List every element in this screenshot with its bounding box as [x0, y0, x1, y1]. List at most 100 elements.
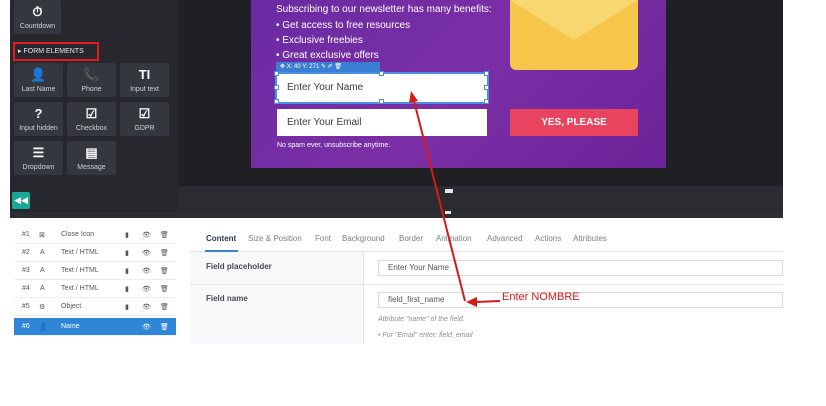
- benefit-item: • Get access to free resources: [276, 20, 411, 31]
- envelope-illustration: [510, 0, 638, 70]
- tile-label: Phone: [81, 86, 102, 93]
- selection-toolbar[interactable]: ✥ X: 40 Y: 271 ✎ ✐ 🗑: [276, 62, 380, 73]
- eye-icon[interactable]: 👁: [142, 267, 151, 275]
- layer-row[interactable]: #1 ⊠ Close Icon ▮ 👁 🗑: [14, 226, 176, 244]
- user-icon: 👤: [39, 324, 48, 331]
- tab-actions[interactable]: Actions: [535, 234, 561, 243]
- tile-message[interactable]: ▤ Message: [67, 141, 116, 175]
- layer-number: #6: [22, 323, 30, 330]
- copy-icon[interactable]: ▮: [125, 249, 129, 257]
- field-name-example: • For "Email" enter: field_email: [378, 332, 473, 339]
- tab-font[interactable]: Font: [315, 234, 331, 243]
- field-placeholder-input[interactable]: Enter Your Name: [378, 260, 783, 276]
- layer-number: #5: [22, 303, 30, 310]
- layer-row[interactable]: #4 A Text / HTML ▮ 👁 🗑: [14, 280, 176, 298]
- layer-number: #1: [22, 231, 30, 238]
- layer-row[interactable]: #2 A Text / HTML ▮ 👁 🗑: [14, 244, 176, 262]
- layer-number: #4: [22, 285, 30, 292]
- layers-list: #1 ⊠ Close Icon ▮ 👁 🗑 #2 A Text / HTML ▮…: [14, 226, 176, 344]
- tile-label: Input text: [130, 86, 159, 93]
- tile-last-name[interactable]: 👤 Last Name: [14, 63, 63, 97]
- copy-icon[interactable]: ▮: [125, 267, 129, 275]
- tab-background[interactable]: Background: [342, 234, 385, 243]
- yes-please-button[interactable]: YES, PLEASE: [510, 109, 638, 136]
- tab-attributes[interactable]: Attributes: [573, 234, 607, 243]
- layer-row[interactable]: #3 A Text / HTML ▮ 👁 🗑: [14, 262, 176, 280]
- benefit-item: • Great exclusive offers: [276, 50, 379, 61]
- tile-label: GDPR: [134, 125, 155, 132]
- eye-icon[interactable]: 👁: [142, 285, 151, 293]
- close-icon: ⊠: [39, 232, 45, 239]
- gear-icon: ⚙: [39, 304, 46, 311]
- user-plus-icon: 👤: [30, 67, 47, 82]
- copy-icon[interactable]: ▮: [125, 231, 129, 239]
- message-icon: ▤: [85, 145, 98, 160]
- clock-icon: ⏱: [32, 4, 43, 19]
- eye-icon[interactable]: 👁: [142, 303, 151, 311]
- layer-row[interactable]: #5 ⚙ Object ▮ 👁 🗑: [14, 298, 176, 316]
- layer-row-selected[interactable]: #6 👤 Name 👁 🗑: [14, 318, 176, 336]
- resize-handle[interactable]: [379, 71, 384, 76]
- tile-input-text[interactable]: TI Input text: [120, 63, 169, 97]
- tile-input-hidden[interactable]: ? Input hidden: [14, 102, 63, 136]
- tab-border[interactable]: Border: [399, 234, 423, 243]
- tile-phone[interactable]: 📞 Phone: [67, 63, 116, 97]
- tile-countdown[interactable]: ⏱ Countdown: [14, 0, 61, 34]
- tile-label: Last Name: [21, 86, 56, 93]
- field-name-label: Field name: [206, 294, 248, 303]
- eye-icon[interactable]: 👁: [142, 249, 151, 257]
- resize-handle[interactable]: [484, 71, 489, 76]
- resize-handle[interactable]: [379, 99, 384, 104]
- tile-checkbox[interactable]: ☑ Checkbox: [67, 102, 116, 136]
- email-input[interactable]: Enter Your Email: [277, 109, 487, 136]
- tile-gdpr[interactable]: ☑ GDPR: [120, 102, 169, 136]
- resize-handle[interactable]: [484, 99, 489, 104]
- tile-label: Input hidden: [19, 125, 58, 132]
- tile-dropdown[interactable]: ☰ Dropdown: [14, 141, 63, 175]
- eye-icon[interactable]: 👁: [142, 323, 151, 331]
- benefit-item: • Exclusive freebies: [276, 35, 363, 46]
- form-elements-section[interactable]: ▸ FORM ELEMENTS: [13, 42, 99, 61]
- copy-icon[interactable]: ▮: [125, 285, 129, 293]
- properties-panel: Content Size & Position Font Background …: [190, 226, 783, 344]
- resize-handle[interactable]: [274, 99, 279, 104]
- trash-icon[interactable]: 🗑: [160, 303, 169, 311]
- tab-advanced[interactable]: Advanced: [487, 234, 523, 243]
- name-input[interactable]: Enter Your Name: [275, 72, 489, 104]
- tab-content[interactable]: Content: [206, 234, 236, 243]
- layer-name: Text / HTML: [61, 249, 99, 256]
- layer-name: Close Icon: [61, 231, 95, 238]
- resize-splitter[interactable]: [445, 211, 451, 214]
- tab-size-position[interactable]: Size & Position: [248, 234, 302, 243]
- resize-handle[interactable]: [274, 71, 279, 76]
- checkbox-icon: ☑: [85, 106, 98, 121]
- text-icon: A: [40, 249, 45, 256]
- resize-handle[interactable]: [484, 85, 489, 90]
- field-name-input[interactable]: field_first_name: [378, 292, 783, 308]
- copy-icon[interactable]: ▮: [125, 303, 129, 311]
- tile-label: Dropdown: [22, 164, 55, 171]
- trash-icon[interactable]: 🗑: [160, 249, 169, 257]
- canvas-bottom-strip: [178, 186, 783, 212]
- layer-number: #2: [22, 249, 30, 256]
- list-icon: ☰: [32, 145, 45, 160]
- trash-icon[interactable]: 🗑: [160, 231, 169, 239]
- tile-label: Message: [77, 164, 106, 171]
- tab-animation[interactable]: Animation: [436, 234, 472, 243]
- text-icon: TI: [138, 67, 151, 82]
- resize-handle[interactable]: [274, 85, 279, 90]
- layer-name: Name: [61, 323, 80, 330]
- screenshot-root: ⏱ Countdown ▸ FORM ELEMENTS 👤 Last Name …: [0, 0, 826, 406]
- text-icon: A: [40, 285, 45, 292]
- drag-handle[interactable]: [445, 189, 453, 193]
- collapse-panel-button[interactable]: ◀◀: [12, 192, 30, 209]
- tile-label: Countdown: [19, 23, 56, 30]
- section-label: FORM ELEMENTS: [23, 48, 84, 55]
- eye-icon[interactable]: 👁: [142, 231, 151, 239]
- trash-icon[interactable]: 🗑: [160, 267, 169, 275]
- layer-name: Text / HTML: [61, 285, 99, 292]
- field-name-hint: Attribute "name" of the field.: [378, 316, 465, 323]
- trash-icon[interactable]: 🗑: [160, 323, 169, 331]
- trash-icon[interactable]: 🗑: [160, 285, 169, 293]
- popup-footnote: No spam ever, unsubscribe anytime.: [277, 142, 391, 149]
